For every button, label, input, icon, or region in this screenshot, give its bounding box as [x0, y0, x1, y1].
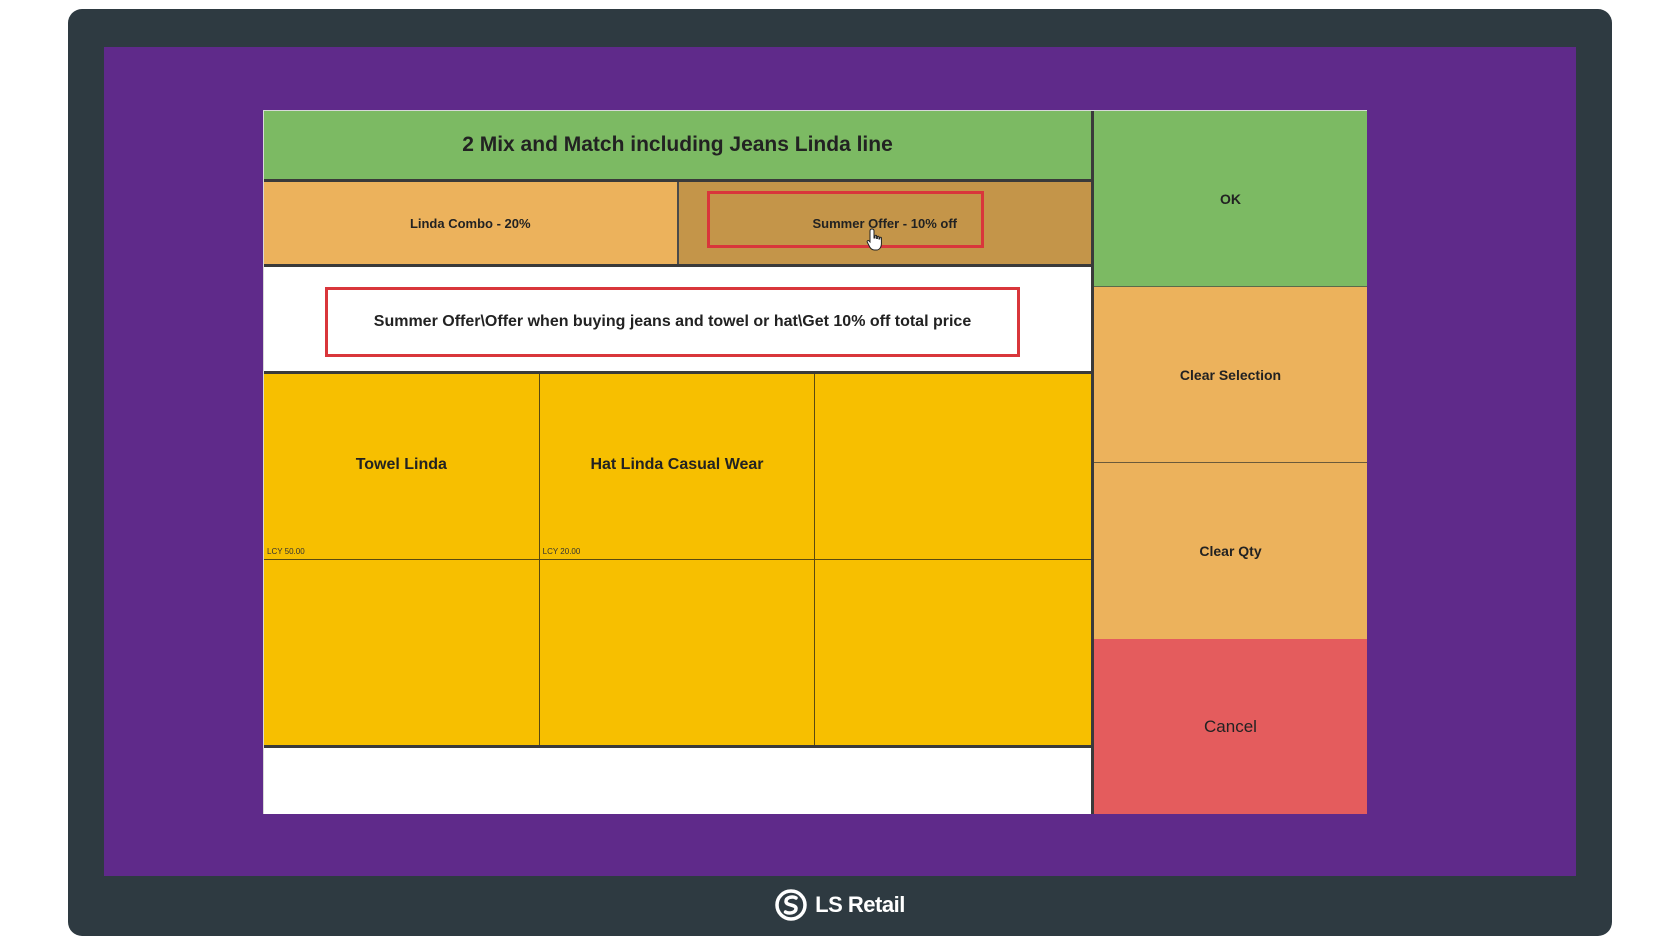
- offer-summer-button[interactable]: Summer Offer - 10% off: [678, 182, 1091, 264]
- clear-selection-button[interactable]: Clear Selection: [1094, 287, 1367, 463]
- item-tile-empty[interactable]: [815, 559, 1091, 745]
- offer-linda-combo-button[interactable]: Linda Combo - 20%: [264, 182, 679, 264]
- mix-match-dialog: 2 Mix and Match including Jeans Linda li…: [263, 110, 1367, 814]
- hand-pointer-icon: [866, 228, 882, 251]
- item-name: Hat Linda Casual Wear: [590, 456, 764, 473]
- offer-description-area: Summer Offer\Offer when buying jeans and…: [264, 267, 1091, 374]
- highlight-box: [706, 191, 984, 248]
- offer-selector: Linda Combo - 20% Summer Offer - 10% off: [264, 182, 1091, 267]
- item-tile-empty[interactable]: [539, 559, 816, 745]
- offer-label: Linda Combo - 20%: [409, 215, 531, 231]
- item-tile-hat-linda[interactable]: Hat Linda Casual Wear LCY 20.00: [539, 374, 816, 560]
- item-name: Towel Linda: [355, 456, 447, 473]
- item-tile-empty[interactable]: [264, 559, 540, 745]
- action-panel: OK Clear Selection Clear Qty Cancel: [1094, 111, 1367, 814]
- item-grid: Towel Linda LCY 50.00 Hat Linda Casual W…: [264, 374, 1091, 748]
- ls-retail-logo-icon: [775, 889, 807, 921]
- item-tile-towel-linda[interactable]: Towel Linda LCY 50.00: [264, 374, 540, 560]
- item-price: LCY 50.00: [267, 546, 305, 556]
- dialog-title: 2 Mix and Match including Jeans Linda li…: [264, 111, 1091, 182]
- brand-name: LS Retail: [815, 892, 905, 917]
- offer-description: Summer Offer\Offer when buying jeans and…: [325, 287, 1020, 357]
- clear-qty-button[interactable]: Clear Qty: [1094, 463, 1367, 639]
- dialog-main-panel: 2 Mix and Match including Jeans Linda li…: [264, 111, 1094, 814]
- brand-footer: LS Retail: [0, 887, 1680, 923]
- item-tile-empty[interactable]: [815, 374, 1091, 560]
- cancel-button[interactable]: Cancel: [1094, 639, 1367, 814]
- ok-button[interactable]: OK: [1094, 111, 1367, 287]
- item-price: LCY 20.00: [542, 546, 581, 556]
